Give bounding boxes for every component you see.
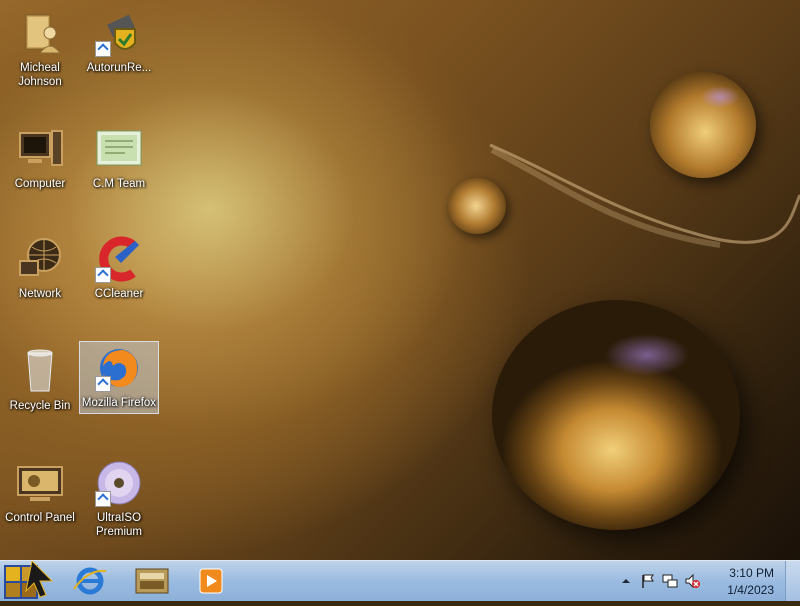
wallpaper-sphere (492, 300, 740, 530)
shortcut-arrow-icon (95, 41, 111, 57)
desktop-icon-firefox[interactable]: Mozilla Firefox (79, 341, 159, 414)
desktop-icon-ultraiso[interactable]: UltraISO Premium (79, 456, 159, 543)
desktop-icon-cm-team[interactable]: C.M Team (79, 122, 159, 195)
disc-icon (95, 459, 143, 507)
document-icon (95, 125, 143, 173)
desktop-icon-recycle-bin[interactable]: Recycle Bin (0, 344, 80, 417)
tray-show-hidden[interactable] (618, 573, 634, 589)
desktop-icon-network[interactable]: Network (0, 232, 80, 305)
desktop-icon-label: CCleaner (94, 288, 144, 300)
computer-icon (16, 125, 64, 173)
desktop-icon-autorun[interactable]: AutorunRe... (79, 6, 159, 79)
desktop-wallpaper[interactable]: Micheal Johnson Computer Network Recycle… (0, 0, 800, 560)
tray-network[interactable] (662, 573, 678, 589)
desktop-icon-control-panel[interactable]: Control Panel (0, 456, 80, 529)
network-status-icon (662, 574, 678, 588)
desktop-icon-label: AutorunRe... (86, 62, 152, 74)
desktop-icon-computer[interactable]: Computer (0, 122, 80, 195)
recycle-bin-icon (16, 347, 64, 395)
clock-date[interactable]: 1/4/2023 (704, 583, 774, 597)
taskbar-internet-explorer[interactable] (68, 565, 112, 597)
desktop-icon-label: Mozilla Firefox (81, 397, 157, 409)
desktop-icon-label: Computer (14, 178, 66, 190)
desktop-icon-label: C.M Team (92, 178, 146, 190)
firefox-icon (95, 344, 143, 392)
media-player-icon (199, 568, 223, 594)
action-center-flag-icon (642, 574, 654, 588)
taskbar-file-explorer[interactable] (130, 565, 174, 597)
tray-volume[interactable] (684, 573, 700, 589)
taskbar: 3:10 PM 1/4/2023 (0, 559, 800, 601)
internet-explorer-icon (73, 567, 107, 595)
desktop-icon-label: Micheal Johnson (18, 62, 62, 88)
usb-shield-icon (95, 9, 143, 57)
file-explorer-icon (135, 568, 169, 594)
start-orb-icon (4, 559, 54, 599)
start-button[interactable] (2, 559, 56, 601)
volume-muted-icon (685, 573, 700, 589)
control-panel-icon (16, 459, 64, 507)
desktop-icon-label: UltraISO Premium (95, 512, 142, 538)
user-folder-icon (16, 9, 64, 57)
desktop-icon-user-folder[interactable]: Micheal Johnson (0, 6, 80, 93)
ccleaner-icon (95, 235, 143, 283)
wallpaper-sphere (650, 72, 756, 178)
desktop-icon-ccleaner[interactable]: CCleaner (79, 232, 159, 305)
show-hidden-arrow-icon (622, 579, 630, 583)
tray-action-center[interactable] (640, 573, 656, 589)
desktop-icon-label: Recycle Bin (9, 400, 71, 412)
desktop-icon-label: Network (18, 288, 62, 300)
network-icon (16, 235, 64, 283)
clock-time[interactable]: 3:10 PM (704, 566, 774, 580)
wallpaper-sphere (448, 178, 506, 234)
shortcut-arrow-icon (95, 376, 111, 392)
shortcut-arrow-icon (95, 491, 111, 507)
desktop-icon-label: Control Panel (5, 512, 75, 524)
show-desktop-button[interactable] (785, 561, 800, 601)
shortcut-arrow-icon (95, 267, 111, 283)
taskbar-media-player[interactable] (188, 565, 232, 597)
